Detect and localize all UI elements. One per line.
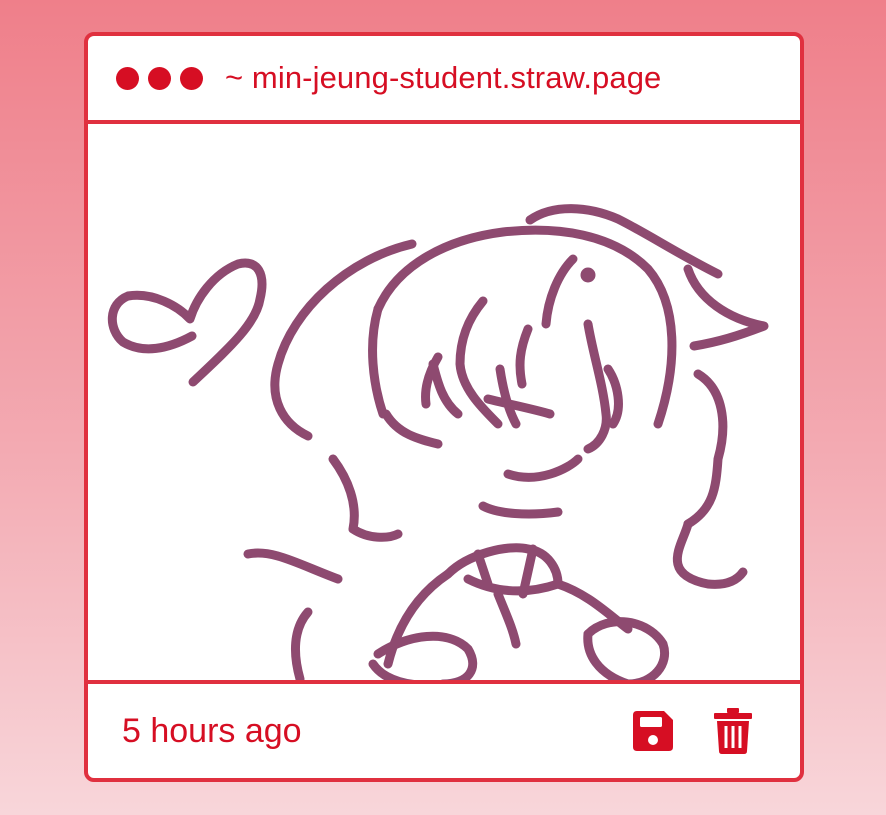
delete-button[interactable] bbox=[710, 706, 756, 756]
window-footer: 5 hours ago bbox=[88, 680, 800, 778]
drawing-actions bbox=[630, 706, 756, 756]
window-controls bbox=[116, 66, 203, 90]
page-url[interactable]: ~ min-jeung-student.straw.page bbox=[225, 60, 661, 96]
mouth-doodle bbox=[478, 501, 563, 519]
hat-dot bbox=[580, 267, 596, 283]
bangs-doodle bbox=[455, 296, 503, 429]
hat-doodle bbox=[525, 204, 723, 279]
drawing-canvas[interactable] bbox=[88, 124, 800, 680]
window-titlebar: ~ min-jeung-student.straw.page bbox=[88, 36, 800, 124]
post-timestamp: 5 hours ago bbox=[122, 711, 302, 750]
save-button[interactable] bbox=[630, 706, 676, 756]
window-dot-icon[interactable] bbox=[148, 66, 171, 90]
hair-outline bbox=[270, 239, 417, 441]
drawing-window: ~ min-jeung-student.straw.page 5 hours a… bbox=[84, 32, 804, 782]
trash-icon bbox=[714, 708, 752, 754]
sketch-drawing bbox=[107, 204, 769, 680]
window-dot-icon[interactable] bbox=[116, 66, 139, 90]
heart-doodle bbox=[107, 258, 267, 387]
window-dot-icon[interactable] bbox=[180, 66, 203, 90]
floppy-save-icon bbox=[633, 711, 673, 751]
